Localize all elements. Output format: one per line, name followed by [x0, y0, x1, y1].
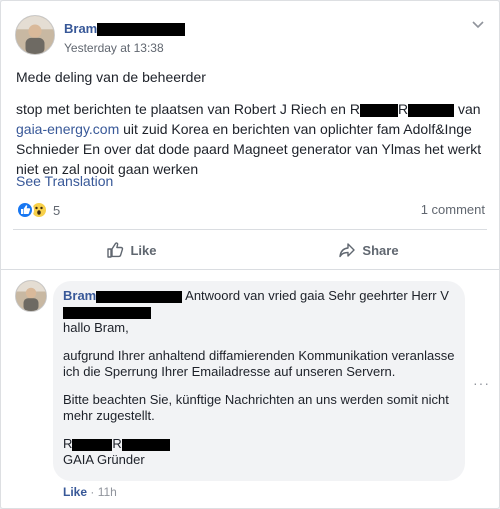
post-text-segment: stop met berichten te plaatsen van Rober…	[16, 101, 360, 117]
like-button[interactable]: Like	[13, 233, 250, 267]
redaction-bar	[121, 438, 170, 451]
like-reaction-icon	[16, 201, 34, 219]
thumbs-glyph	[21, 205, 31, 214]
post-text-segment: van	[454, 101, 481, 117]
reaction-count: 5	[53, 202, 61, 218]
post-paragraph-1: Mede deling van de beheerder	[16, 69, 206, 85]
post-paragraph-2: stop met berichten te plaatsen van Rober…	[16, 99, 488, 179]
more-dots-icon[interactable]: ···	[473, 375, 490, 391]
divider	[13, 229, 487, 230]
comment-meta: Like · 11h	[63, 485, 117, 499]
meta-separator: ·	[87, 485, 98, 499]
gaia-energy-link[interactable]: gaia-energy.com	[16, 121, 119, 137]
like-button-label: Like	[130, 242, 157, 258]
share-button[interactable]: Share	[250, 233, 487, 267]
redaction-bar	[359, 103, 398, 117]
avatar-image	[16, 281, 46, 311]
share-button-label: Share	[362, 242, 399, 258]
post-author-name[interactable]: Bram	[64, 21, 186, 37]
comment-body-1: aufgrund Ihrer anhaltend diffamierenden …	[63, 348, 455, 379]
comment-bubble: Bram Antwoord van vried gaia Sehr geehrt…	[53, 281, 465, 481]
comment-author-name[interactable]: Bram	[63, 288, 183, 303]
comment-time[interactable]: 11h	[98, 485, 117, 499]
redaction-bar	[97, 23, 186, 37]
avatar-image	[16, 16, 54, 54]
chevron-down-icon[interactable]	[471, 19, 485, 29]
commenter-avatar[interactable]	[15, 280, 47, 312]
post-actions: Like Share	[13, 233, 487, 267]
post-author-visible: Bram	[64, 21, 98, 36]
comment-author-visible: Bram	[63, 288, 97, 303]
divider	[1, 269, 499, 270]
post-card: Bram Yesterday at 13:38 Mede deling van …	[0, 0, 500, 509]
post-text-segment: R	[397, 101, 409, 117]
comment-signature-role: GAIA Gründer	[63, 452, 145, 467]
comment-like-link[interactable]: Like	[63, 485, 87, 499]
reactions-summary[interactable]: 5	[16, 200, 60, 220]
comment-greeting: hallo Bram,	[63, 320, 129, 335]
redaction-bar	[72, 438, 113, 451]
redaction-bar	[96, 290, 183, 303]
redaction-bar	[63, 306, 151, 319]
comment-body-2: Bitte beachten Sie, künftige Nachrichten…	[63, 392, 449, 423]
share-arrow-icon	[339, 243, 356, 258]
wow-face-glyph	[35, 206, 43, 215]
thumbs-up-icon	[107, 242, 124, 258]
see-translation-link[interactable]: See Translation	[16, 173, 113, 189]
comment-count-link[interactable]: 1 comment	[421, 202, 485, 217]
comment-first-line: Bram Antwoord van vried gaia Sehr geehrt…	[63, 288, 455, 320]
signature-segment: R	[63, 436, 73, 451]
comment-text-intro: Antwoord van vried gaia Sehr geehrter He…	[182, 288, 449, 303]
author-avatar[interactable]	[15, 15, 55, 55]
comment-signature-name: RR	[63, 436, 455, 452]
signature-segment: R	[112, 436, 122, 451]
post-timestamp[interactable]: Yesterday at 13:38	[64, 41, 164, 55]
redaction-bar	[408, 103, 455, 117]
